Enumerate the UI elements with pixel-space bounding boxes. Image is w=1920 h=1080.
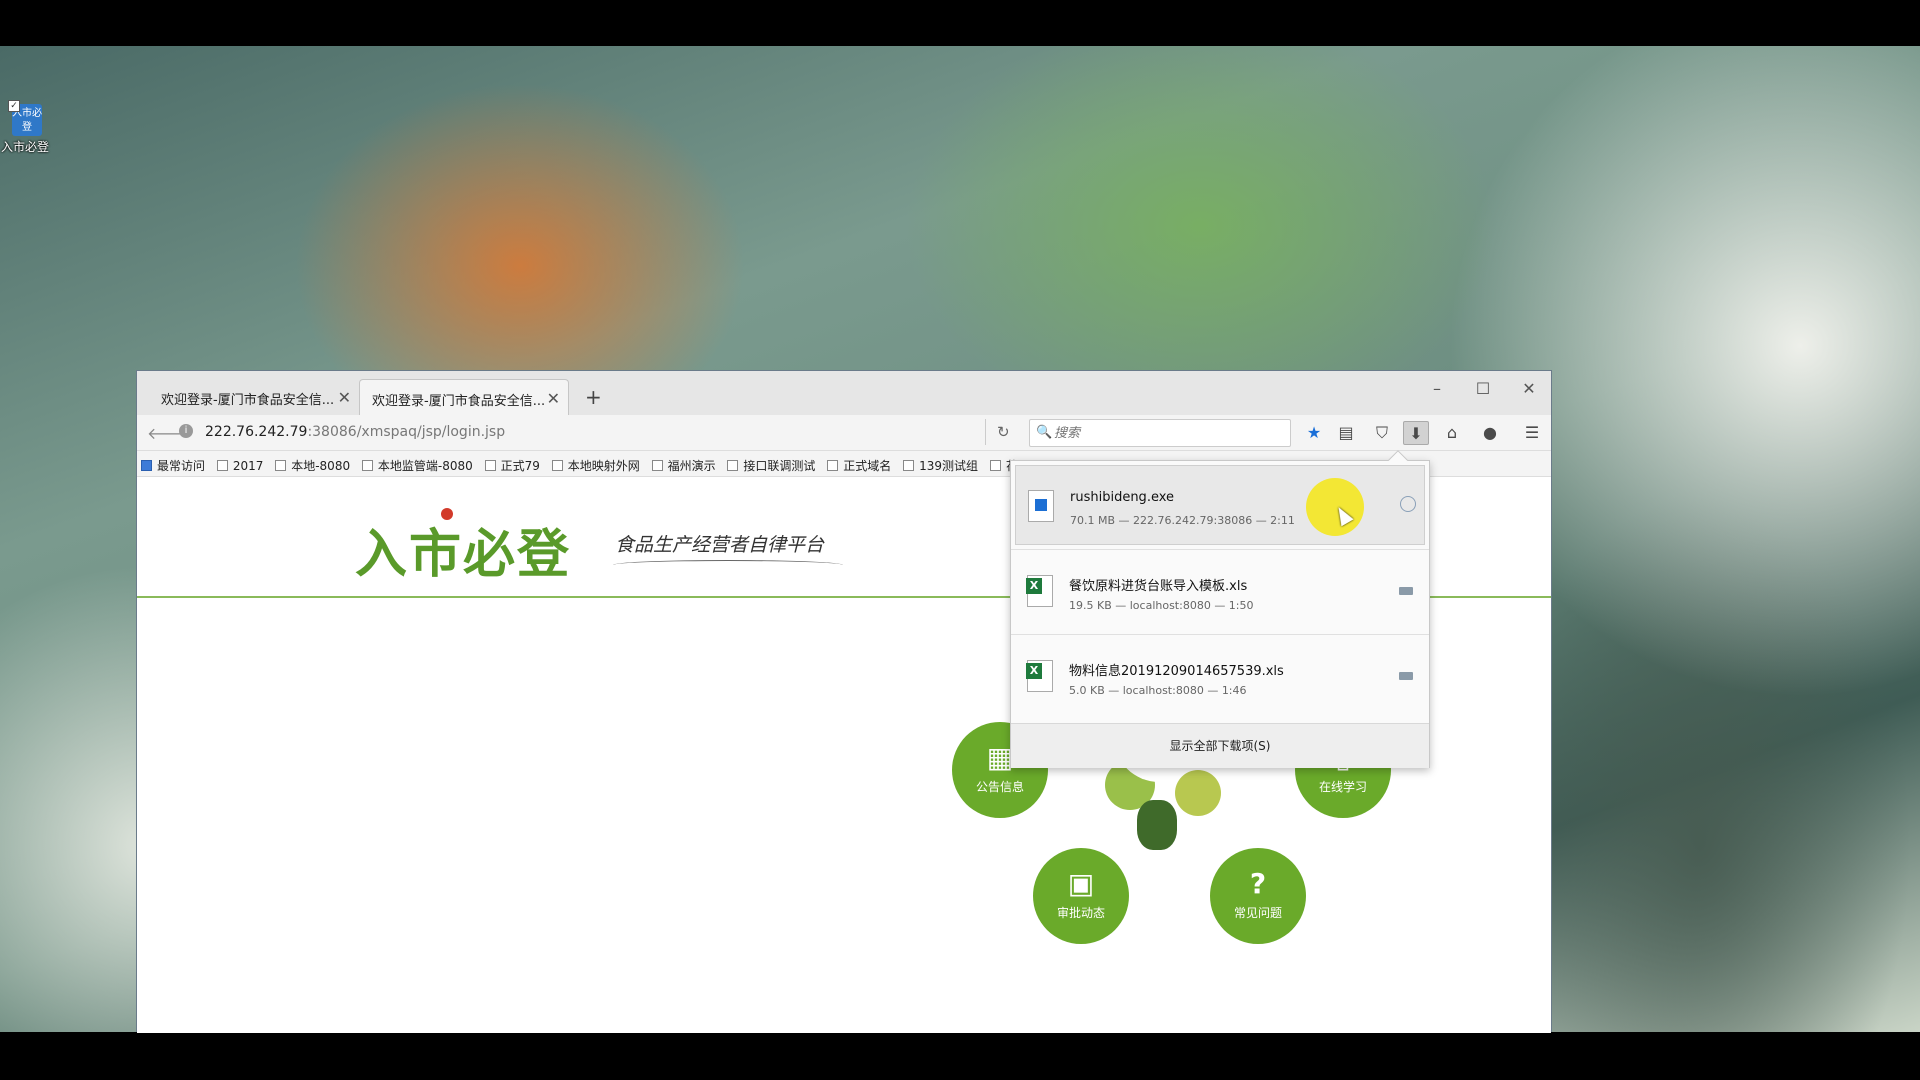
menu-icon[interactable]: ☰: [1519, 421, 1545, 445]
desktop-shortcut[interactable]: ✓ 入市必登 入市必登: [1, 100, 50, 155]
download-meta: 5.0 KB — localhost:8080 — 1:46: [1069, 684, 1247, 697]
tab-label: 欢迎登录-厦门市食品安全信...: [161, 393, 335, 408]
download-filename: 餐饮原料进货台账导入模板.xls: [1069, 579, 1248, 594]
fruit-ball: [1175, 770, 1221, 816]
bookmark-item[interactable]: 接口联调测试: [727, 457, 815, 474]
screen: ✓ 入市必登 入市必登 欢迎登录-厦门市食品安全信... ✕ 欢迎登录-厦门市食…: [0, 0, 1920, 1080]
download-meta: 70.1 MB — 222.76.242.79:38086 — 2:11: [1070, 514, 1295, 527]
faq-label: 常见问题: [1233, 906, 1282, 920]
bookmark-page-icon: [989, 460, 1001, 471]
url-path: :38086/xmspaq/jsp/login.jsp: [307, 424, 506, 440]
bookmark-label: 本地映射外网: [567, 459, 640, 473]
pocket-icon[interactable]: ⛉: [1369, 421, 1395, 445]
url-host: 222.76.242.79: [205, 424, 308, 440]
divider: [1011, 634, 1429, 635]
bookmark-item[interactable]: 2017: [216, 459, 264, 473]
download-item[interactable]: 物料信息20191209014657539.xls 5.0 KB — local…: [1015, 636, 1425, 716]
chat-icon[interactable]: ●: [1477, 421, 1503, 445]
tab-label: 欢迎登录-厦门市食品安全信...: [372, 394, 546, 409]
download-filename: 物料信息20191209014657539.xls: [1069, 664, 1284, 679]
bookmark-label: 139测试组: [919, 459, 979, 473]
address-bar[interactable]: 222.76.242.79:38086/xmspaq/jsp/login.jsp: [205, 424, 505, 440]
bookmark-item[interactable]: 本地映射外网: [551, 457, 640, 474]
checkbox-icon: ✓: [8, 100, 20, 112]
close-tab-icon[interactable]: ✕: [338, 388, 351, 407]
bookmark-label: 福州演示: [667, 459, 716, 473]
approval-news-label: 审批动态: [1056, 906, 1105, 920]
show-all-downloads-button[interactable]: 显示全部下载项(S): [1011, 723, 1429, 768]
app-icon: ✓ 入市必登: [8, 100, 42, 136]
approval-news-button[interactable]: ▣ 审批动态: [1033, 848, 1129, 944]
downloads-icon[interactable]: ⬇: [1403, 421, 1429, 445]
folder-icon[interactable]: [1399, 672, 1413, 680]
site-logo[interactable]: 入市必登: [355, 508, 572, 587]
bookmark-folder-icon: [141, 460, 152, 471]
site-info-icon[interactable]: i: [179, 424, 193, 438]
desktop-shortcut-label: 入市必登: [0, 140, 49, 154]
bookmark-page-icon: [216, 460, 228, 471]
tab-1[interactable]: 欢迎登录-厦门市食品安全信... ✕: [137, 379, 359, 415]
question-icon: ?: [1249, 867, 1267, 900]
minimize-button[interactable]: –: [1415, 379, 1459, 398]
bookmark-page-icon: [727, 460, 739, 471]
tab-2[interactable]: 欢迎登录-厦门市食品安全信... ✕: [359, 379, 569, 415]
open-file-icon[interactable]: [1400, 496, 1416, 512]
new-tab-button[interactable]: +: [585, 385, 602, 409]
search-box[interactable]: 🔍: [1029, 419, 1291, 447]
folder-icon[interactable]: [1399, 587, 1413, 595]
bookmark-label: 接口联调测试: [743, 459, 816, 473]
close-window-button[interactable]: ✕: [1507, 379, 1551, 398]
downloads-panel: rushibideng.exe 70.1 MB — 222.76.242.79:…: [1010, 450, 1430, 768]
bookmark-item[interactable]: 本地-8080: [275, 457, 350, 474]
bookmark-label: 最常访问: [157, 459, 206, 473]
home-icon[interactable]: ⌂: [1439, 421, 1465, 445]
bookmark-item[interactable]: 最常访问: [141, 457, 205, 474]
bookmark-label: 正式域名: [843, 459, 892, 473]
bookmark-image-icon: [903, 460, 915, 471]
leaf-shape: [1137, 800, 1177, 850]
search-input[interactable]: [1054, 424, 1282, 442]
logo-text: 入市必登: [355, 525, 572, 585]
site-slogan: 食品生产经营者自律平台: [615, 534, 825, 556]
search-icon: 🔍: [1036, 425, 1053, 440]
reading-list-icon[interactable]: ▤: [1333, 421, 1359, 445]
xls-file-icon: [1026, 575, 1053, 607]
download-item[interactable]: 餐饮原料进货台账导入模板.xls 19.5 KB — localhost:808…: [1015, 551, 1425, 631]
bookmark-page-icon: [551, 460, 563, 471]
bookmark-label: 本地监管端-8080: [377, 459, 473, 473]
nav-bar: 🡐 i 222.76.242.79:38086/xmspaq/jsp/login…: [137, 415, 1551, 451]
download-meta: 19.5 KB — localhost:8080 — 1:50: [1069, 599, 1254, 612]
exe-file-icon: [1028, 490, 1054, 522]
bookmark-page-icon: [651, 460, 663, 471]
slogan-underline: [613, 560, 843, 570]
xls-file-icon: [1026, 660, 1053, 692]
bookmark-page-icon: [361, 460, 373, 471]
bookmark-star-icon[interactable]: ★: [1301, 421, 1327, 445]
bookmark-item[interactable]: 正式域名: [827, 457, 891, 474]
bookmark-label: 正式79: [500, 459, 540, 473]
maximize-button[interactable]: ☐: [1461, 379, 1505, 398]
bookmark-item[interactable]: 本地监管端-8080: [361, 457, 473, 474]
bookmark-item[interactable]: 福州演示: [651, 457, 716, 474]
bookmark-item[interactable]: 正式79: [484, 457, 540, 474]
close-tab-icon[interactable]: ✕: [547, 389, 560, 408]
bookmark-label: 2017: [232, 459, 264, 473]
bookmark-page-icon: [484, 460, 496, 471]
download-filename: rushibideng.exe: [1070, 490, 1175, 505]
divider: [1011, 549, 1429, 550]
bookmark-item[interactable]: 139测试组: [903, 457, 978, 474]
bookmark-page-icon: [827, 460, 839, 471]
bookmark-page-icon: [275, 460, 287, 471]
reload-icon[interactable]: ↻: [997, 423, 1010, 441]
cursor-highlight: [1306, 478, 1364, 536]
announcement-label: 公告信息: [975, 780, 1024, 794]
news-icon: ▣: [1067, 867, 1095, 900]
address-bar-divider: [985, 419, 986, 445]
tab-bar: 欢迎登录-厦门市食品安全信... ✕ 欢迎登录-厦门市食品安全信... ✕ + …: [137, 371, 1551, 415]
logo-dot: [441, 508, 453, 520]
bookmark-label: 本地-8080: [291, 459, 351, 473]
online-learning-label: 在线学习: [1318, 780, 1367, 794]
faq-button[interactable]: ? 常见问题: [1210, 848, 1306, 944]
